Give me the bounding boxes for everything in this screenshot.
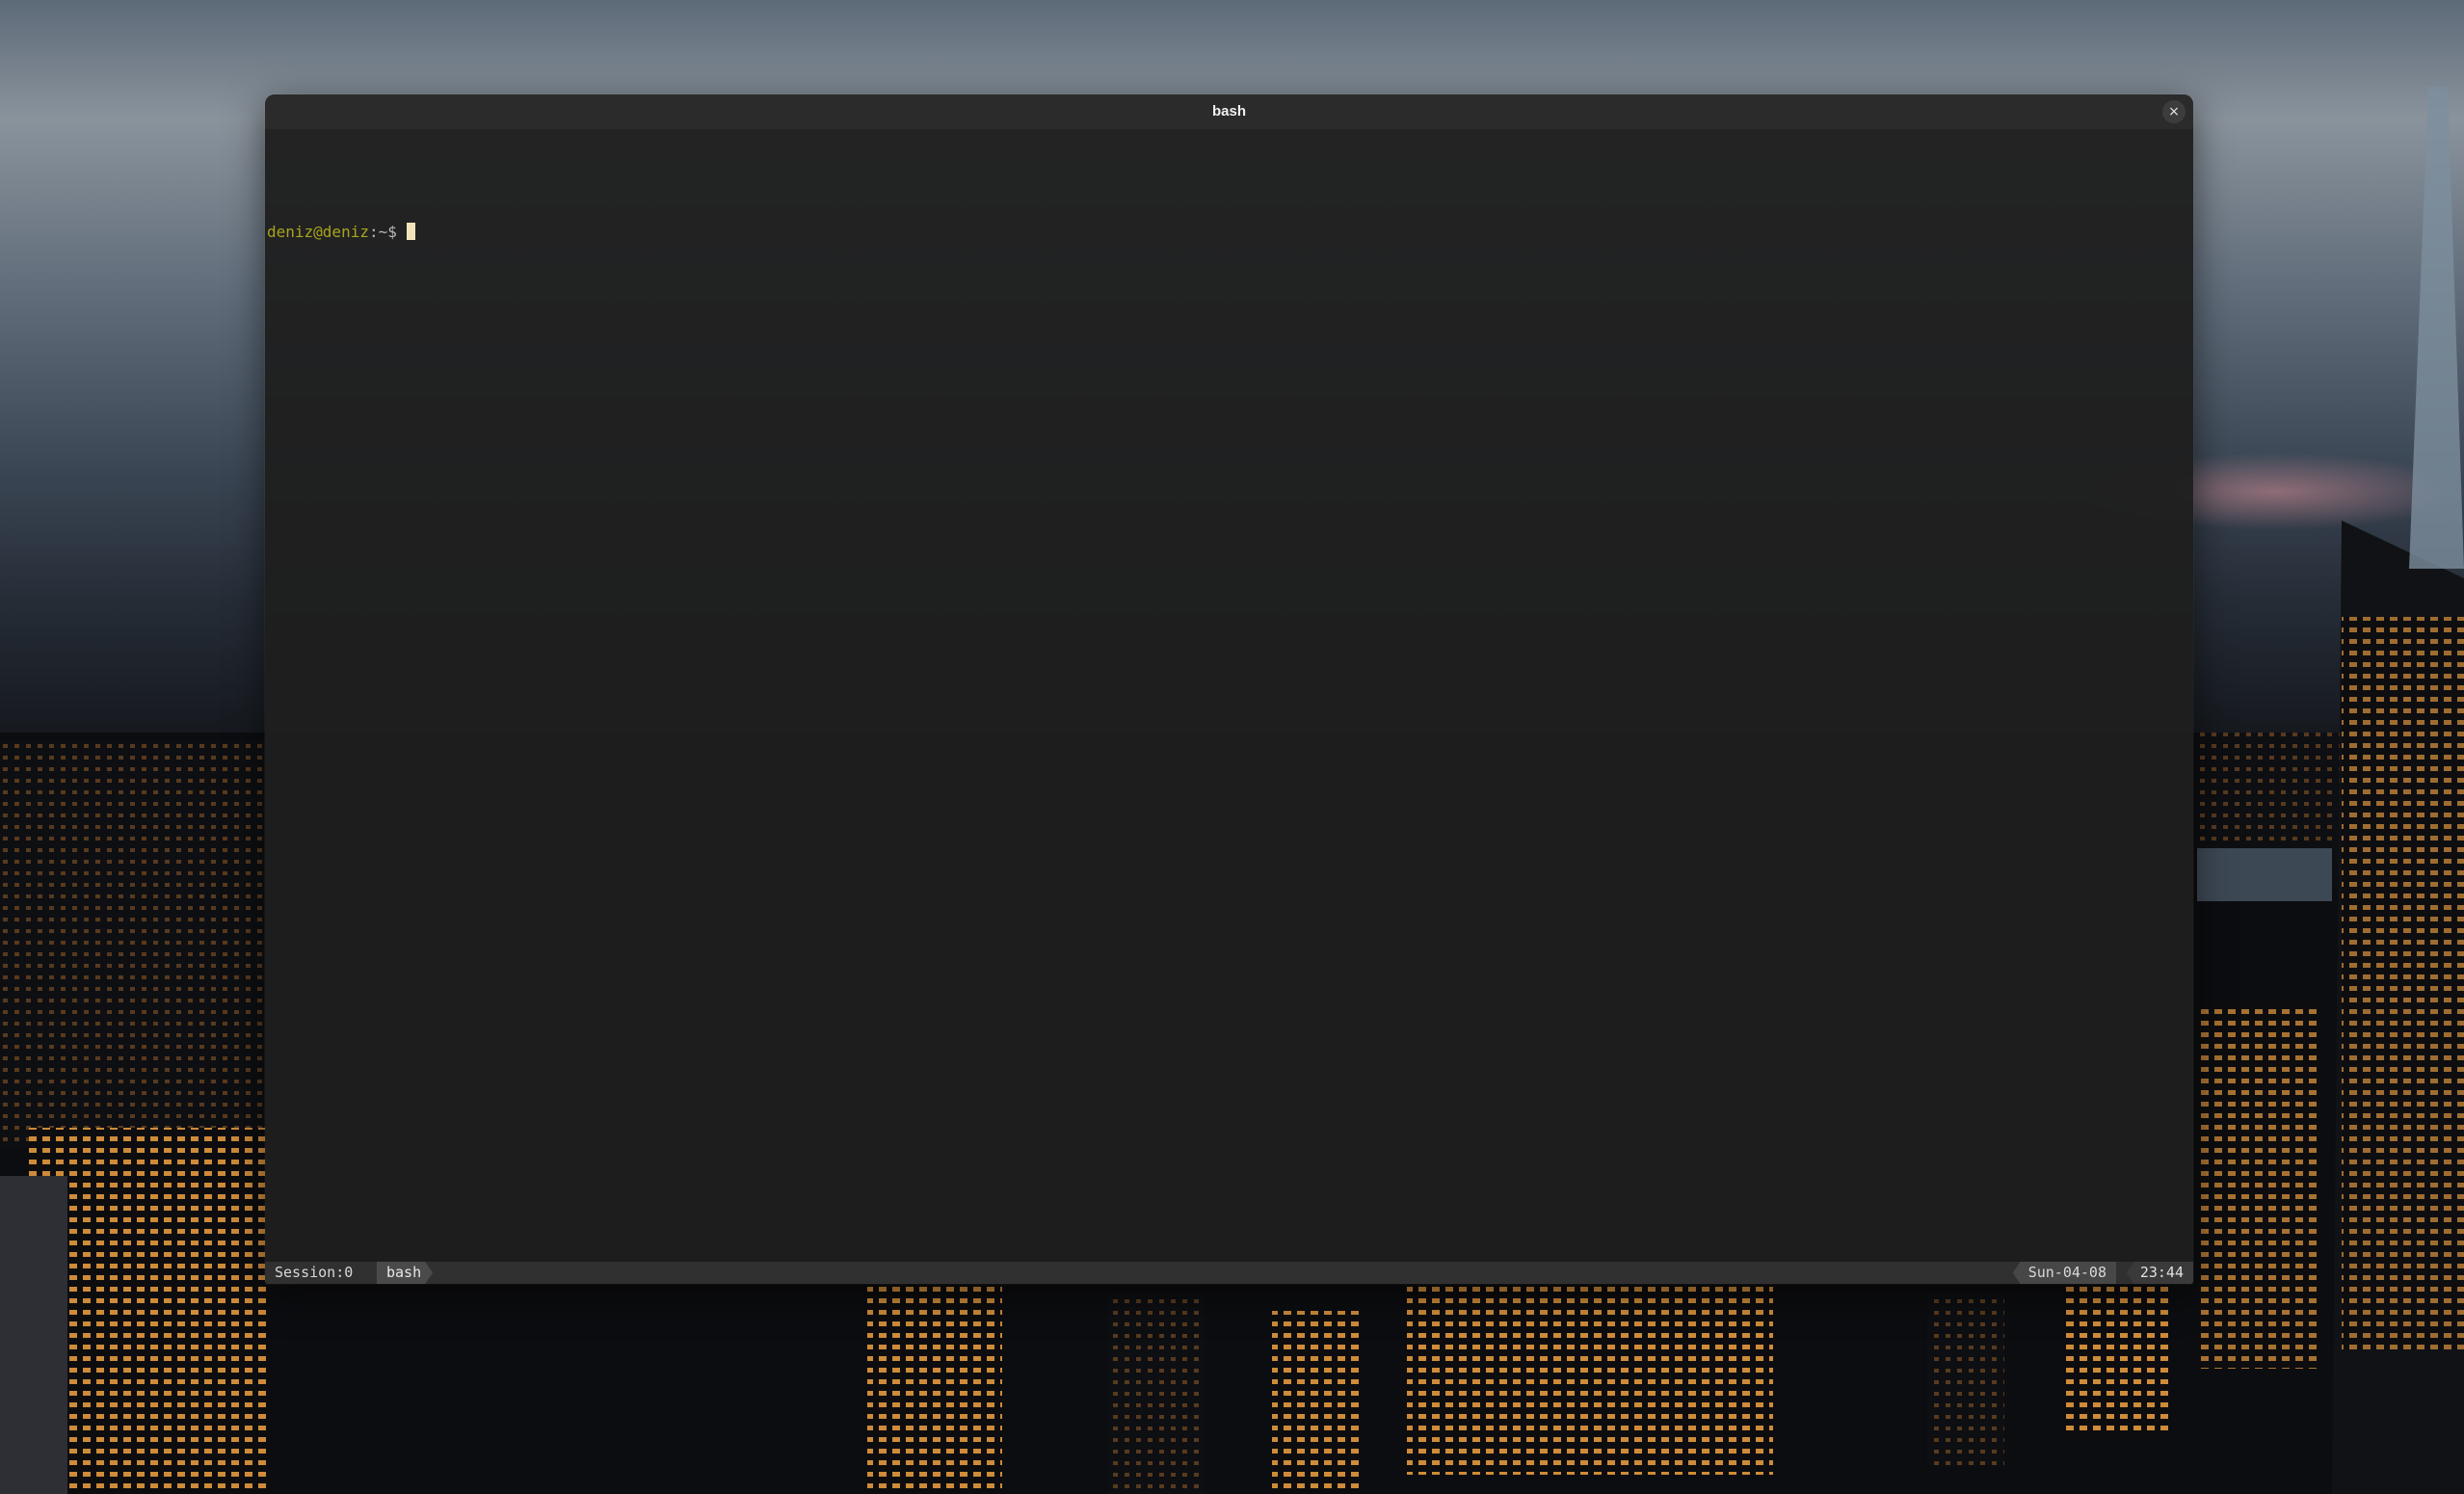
status-session-name: Session:0 xyxy=(275,1264,354,1281)
terminal-window[interactable]: bash × deniz@deniz:~$ Session:0 bash Sun… xyxy=(265,94,2193,1284)
close-icon[interactable]: × xyxy=(2162,100,2186,123)
status-window-tab[interactable]: bash xyxy=(377,1262,433,1284)
status-time: 23:44 xyxy=(2126,1262,2193,1284)
text-cursor xyxy=(406,223,415,240)
status-date: Sun-04-08 xyxy=(2012,1262,2116,1284)
tmux-status-bar: Session:0 bash Sun-04-08 23:44 xyxy=(265,1262,2193,1284)
prompt-path: :~$ xyxy=(368,223,407,241)
title-bar[interactable]: bash × xyxy=(265,94,2193,130)
window-title: bash xyxy=(1211,103,1246,120)
prompt-user-host: deniz@deniz xyxy=(267,223,369,241)
prompt-line: deniz@deniz:~$ xyxy=(267,223,415,242)
terminal-output-area[interactable]: deniz@deniz:~$ xyxy=(265,130,2193,1262)
